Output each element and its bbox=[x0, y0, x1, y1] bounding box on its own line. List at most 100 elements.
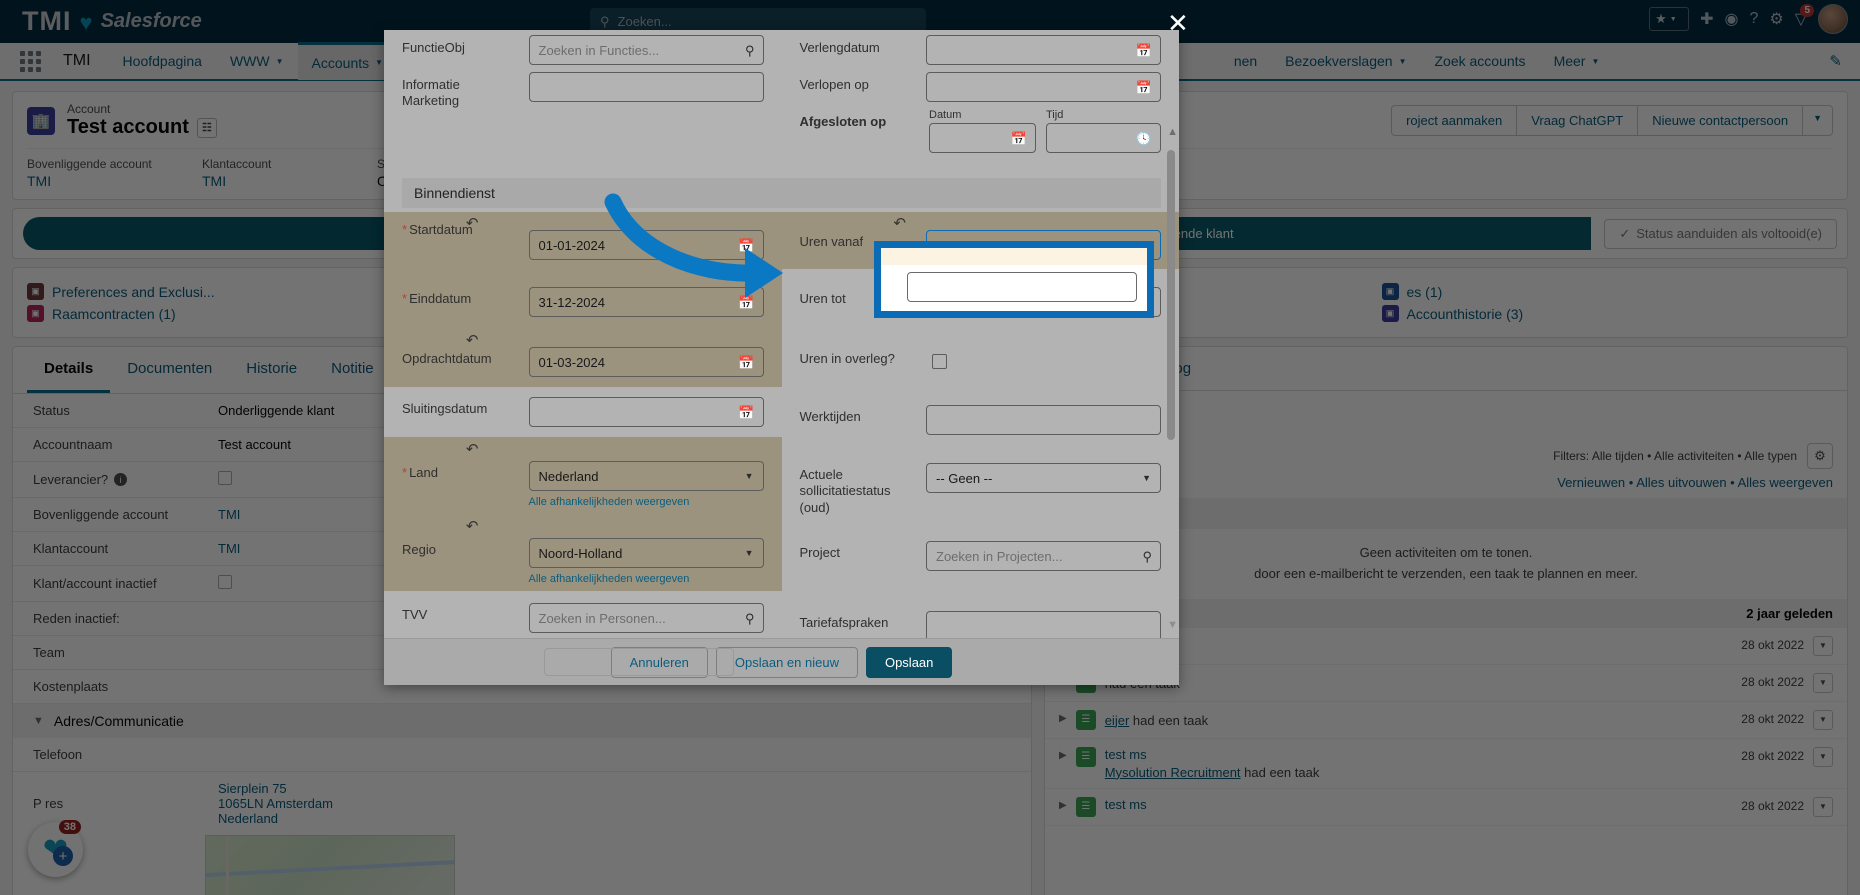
field-tariefafspraken: Tariefafspraken bbox=[782, 599, 1180, 638]
field-control: ↶ Noord-Holland ▼ Alle afhankelijkheden … bbox=[466, 514, 764, 591]
label-text: Land bbox=[409, 465, 438, 480]
informatie-marketing-input[interactable] bbox=[528, 72, 764, 102]
field-land: * Land ↶ Nederland ▼ Alle afhankelijkhede… bbox=[384, 437, 782, 514]
field-value: -- Geen -- bbox=[936, 470, 993, 486]
tariefafspraken-textarea[interactable] bbox=[926, 611, 1161, 638]
annotation-highlight-box bbox=[874, 241, 1154, 318]
scroll-up-icon[interactable]: ▲ bbox=[1167, 126, 1178, 138]
calendar-icon[interactable]: 📅 bbox=[738, 405, 754, 421]
field-label: TVV bbox=[402, 607, 428, 622]
subfield-label: Tijd bbox=[1046, 109, 1064, 121]
startdatum-input[interactable]: 01-01-2024 📅 bbox=[528, 230, 764, 260]
field-label: Informatie Marketing bbox=[402, 77, 460, 109]
field-label: Tariefafspraken bbox=[799, 615, 889, 630]
werktijden-input[interactable] bbox=[926, 405, 1161, 435]
highlighted-uren-tot-field[interactable] bbox=[907, 272, 1137, 302]
subfield-label: Datum bbox=[929, 109, 962, 121]
close-icon[interactable]: ✕ bbox=[1167, 8, 1189, 39]
field-control bbox=[931, 329, 1162, 387]
field-value: 31-12-2024 bbox=[538, 294, 606, 310]
modal-top-section: FunctieObj Zoeken in Functies... ⚲ Infor… bbox=[384, 30, 1179, 166]
verlopen-op-input[interactable]: 📅 bbox=[926, 72, 1161, 102]
field-verlopen-op: Verlopen op 📅 bbox=[782, 67, 1180, 104]
modal-left-col: *Startdatum ↶ 01-01-2024 📅 *Einddatum bbox=[384, 212, 782, 638]
edit-record-modal: FunctieObj Zoeken in Functies... ⚲ Infor… bbox=[384, 30, 1179, 685]
calendar-icon[interactable]: 📅 bbox=[738, 295, 754, 311]
footer-ghost-input[interactable] bbox=[544, 648, 734, 676]
afgesloten-tijd-group: Tijd 🕓 bbox=[1046, 109, 1161, 166]
required-marker: * bbox=[402, 465, 408, 480]
undo-icon[interactable]: ↶ bbox=[466, 440, 479, 458]
functieobj-lookup-input[interactable]: Zoeken in Functies... ⚲ bbox=[528, 35, 764, 65]
field-label: Afgesloten op bbox=[799, 114, 887, 129]
sollicitatiestatus-select[interactable]: -- Geen -- ▼ bbox=[926, 463, 1161, 493]
search-icon: ⚲ bbox=[744, 43, 755, 58]
field-label: Werktijden bbox=[799, 409, 861, 424]
verlengdatum-input[interactable]: 📅 bbox=[926, 35, 1161, 65]
field-afgesloten-op: Afgesloten op Datum 📅 Tijd 🕓 bbox=[782, 104, 1180, 166]
field-label: Project bbox=[799, 545, 840, 560]
field-actuele-sollicitatiestatus: Actuele sollicitatiestatus (oud) -- Geen -… bbox=[782, 445, 1180, 523]
uren-in-overleg-checkbox[interactable] bbox=[931, 354, 947, 369]
field-value: 01-01-2024 bbox=[538, 237, 606, 253]
field-control: Zoeken in Projecten... ⚲ bbox=[926, 523, 1161, 599]
field-opdrachtdatum: Opdrachtdatum ↶ 01-03-2024 📅 bbox=[384, 329, 782, 387]
required-marker: * bbox=[402, 291, 408, 306]
field-functieobj: FunctieObj Zoeken in Functies... ⚲ bbox=[384, 30, 782, 67]
calendar-icon[interactable]: 📅 bbox=[738, 355, 754, 371]
save-and-new-button[interactable]: Opslaan en nieuw bbox=[715, 646, 858, 678]
field-einddatum: * Einddatum 31-12-2024 📅 bbox=[384, 269, 782, 329]
placeholder-text: Zoeken in Functies... bbox=[538, 42, 660, 58]
sluitingsdatum-input[interactable]: 📅 bbox=[528, 397, 764, 427]
field-control bbox=[528, 67, 764, 119]
project-lookup-input[interactable]: Zoeken in Projecten... ⚲ bbox=[926, 541, 1161, 571]
calendar-icon[interactable]: 📅 bbox=[1136, 43, 1152, 59]
calendar-icon[interactable]: 📅 bbox=[1136, 80, 1152, 96]
field-regio: Regio ↶ Noord-Holland ▼ Alle afhankelijk… bbox=[384, 514, 782, 591]
placeholder-text: Zoeken in Projecten... bbox=[936, 548, 1063, 564]
einddatum-input[interactable]: 31-12-2024 📅 bbox=[528, 287, 764, 317]
field-control: ↶ Nederland ▼ Alle afhankelijkheden weer… bbox=[466, 437, 764, 514]
label-text: Startdatum bbox=[409, 222, 473, 237]
regio-select[interactable]: Noord-Holland ▼ bbox=[528, 538, 764, 568]
field-control: 📅 bbox=[926, 30, 1161, 67]
clock-icon[interactable]: 🕓 bbox=[1136, 131, 1152, 147]
field-control bbox=[926, 599, 1161, 638]
search-icon: ⚲ bbox=[744, 611, 755, 626]
field-control: ↶ 01-01-2024 📅 bbox=[466, 212, 764, 269]
modal-form-scroll: FunctieObj Zoeken in Functies... ⚲ Infor… bbox=[384, 30, 1179, 638]
chevron-down-icon: ▼ bbox=[744, 471, 754, 481]
calendar-icon[interactable]: 📅 bbox=[738, 238, 754, 254]
show-dependencies-link[interactable]: Alle afhankelijkheden weergeven bbox=[529, 496, 764, 508]
field-control: 📅 bbox=[528, 387, 764, 437]
section-binnendienst: Binnendienst bbox=[402, 178, 1161, 208]
field-label: Verlopen op bbox=[799, 77, 869, 92]
scroll-down-icon[interactable]: ▼ bbox=[1167, 619, 1178, 631]
field-informatie-marketing: Informatie Marketing bbox=[384, 67, 782, 119]
field-sluitingsdatum: Sluitingsdatum 📅 bbox=[384, 387, 782, 437]
modal-top-left-col: FunctieObj Zoeken in Functies... ⚲ Infor… bbox=[384, 30, 782, 166]
modal-scrollbar[interactable] bbox=[1167, 150, 1175, 440]
undo-icon[interactable]: ↶ bbox=[893, 214, 906, 232]
save-button[interactable]: Opslaan bbox=[865, 646, 953, 678]
field-label: Sluitingsdatum bbox=[402, 401, 488, 416]
modal-top-right-col: Verlengdatum 📅 Verlopen op 📅 Afgesloten … bbox=[782, 30, 1180, 166]
afgesloten-tijd-input[interactable]: 🕓 bbox=[1046, 123, 1161, 153]
afgesloten-datum-group: Datum 📅 bbox=[929, 109, 1036, 166]
field-label: Actuele sollicitatiestatus (oud) bbox=[799, 467, 891, 515]
undo-icon[interactable]: ↶ bbox=[466, 214, 479, 232]
field-label: Uren in overleg? bbox=[799, 351, 895, 366]
undo-icon[interactable]: ↶ bbox=[466, 517, 479, 535]
opdrachtdatum-input[interactable]: 01-03-2024 📅 bbox=[528, 347, 764, 377]
field-control: Datum 📅 Tijd 🕓 bbox=[929, 104, 1161, 166]
land-select[interactable]: Nederland ▼ bbox=[528, 461, 764, 491]
field-value: Nederland bbox=[538, 468, 599, 484]
field-control: ↶ 01-03-2024 📅 bbox=[466, 329, 764, 387]
undo-icon[interactable]: ↶ bbox=[466, 331, 479, 349]
calendar-icon[interactable]: 📅 bbox=[1011, 131, 1027, 147]
afgesloten-datum-input[interactable]: 📅 bbox=[929, 123, 1036, 153]
tvv-lookup-input[interactable]: Zoeken in Personen... ⚲ bbox=[528, 603, 764, 633]
field-control: Zoeken in Functies... ⚲ bbox=[528, 30, 764, 67]
show-dependencies-link[interactable]: Alle afhankelijkheden weergeven bbox=[529, 573, 764, 585]
chevron-down-icon: ▼ bbox=[1142, 473, 1151, 483]
